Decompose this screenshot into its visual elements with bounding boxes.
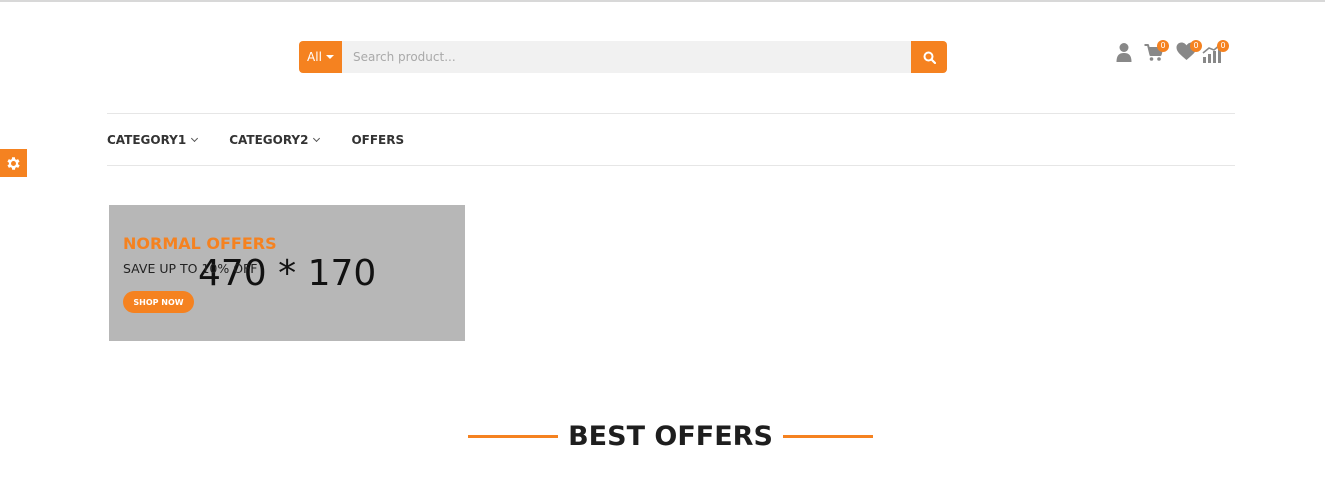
wishlist-button[interactable]: 0 <box>1176 40 1202 65</box>
banner-title: NORMAL OFFERS <box>123 234 277 253</box>
offer-banner[interactable]: 470 * 170 NORMAL OFFERS SAVE UP TO 10% O… <box>109 205 465 341</box>
header-divider <box>107 113 1235 114</box>
search-input[interactable] <box>342 41 911 73</box>
search-button[interactable] <box>911 41 947 73</box>
nav-item-label: CATEGORY1 <box>107 133 187 147</box>
cart-count-badge: 0 <box>1157 40 1169 52</box>
compare-button[interactable]: 0 <box>1202 40 1229 68</box>
nav-divider <box>107 165 1235 166</box>
shop-now-button[interactable]: SHOP NOW <box>123 291 194 313</box>
caret-down-icon <box>325 55 334 59</box>
gear-icon <box>7 156 20 170</box>
nav-item-category2[interactable]: CATEGORY2 <box>229 133 321 147</box>
search-icon <box>923 51 936 64</box>
heading-decor-line-right <box>783 434 873 438</box>
category-select-button[interactable]: All <box>299 41 342 73</box>
banner-subtitle: SAVE UP TO 10% OFF <box>123 261 258 276</box>
category-select-label: All <box>307 50 322 64</box>
cart-button[interactable]: 0 <box>1144 40 1169 66</box>
chevron-down-icon <box>191 134 199 143</box>
compare-count-badge: 0 <box>1217 40 1229 52</box>
user-icon <box>1116 43 1132 62</box>
nav-item-label: OFFERS <box>351 133 405 147</box>
heading-decor-line-left <box>468 434 558 438</box>
top-border <box>0 0 1325 2</box>
search-bar: All <box>299 41 947 73</box>
section-heading: BEST OFFERS <box>468 418 873 454</box>
chevron-down-icon <box>313 134 321 143</box>
nav-item-offers[interactable]: OFFERS <box>351 133 404 147</box>
nav-item-category1[interactable]: CATEGORY1 <box>107 133 199 147</box>
section-title: BEST OFFERS <box>568 420 773 452</box>
wishlist-count-badge: 0 <box>1190 40 1202 52</box>
settings-tab-button[interactable] <box>0 149 27 177</box>
nav-item-label: CATEGORY2 <box>229 133 309 147</box>
main-nav: CATEGORY1 CATEGORY2 OFFERS <box>107 133 436 147</box>
account-button[interactable] <box>1116 42 1132 66</box>
